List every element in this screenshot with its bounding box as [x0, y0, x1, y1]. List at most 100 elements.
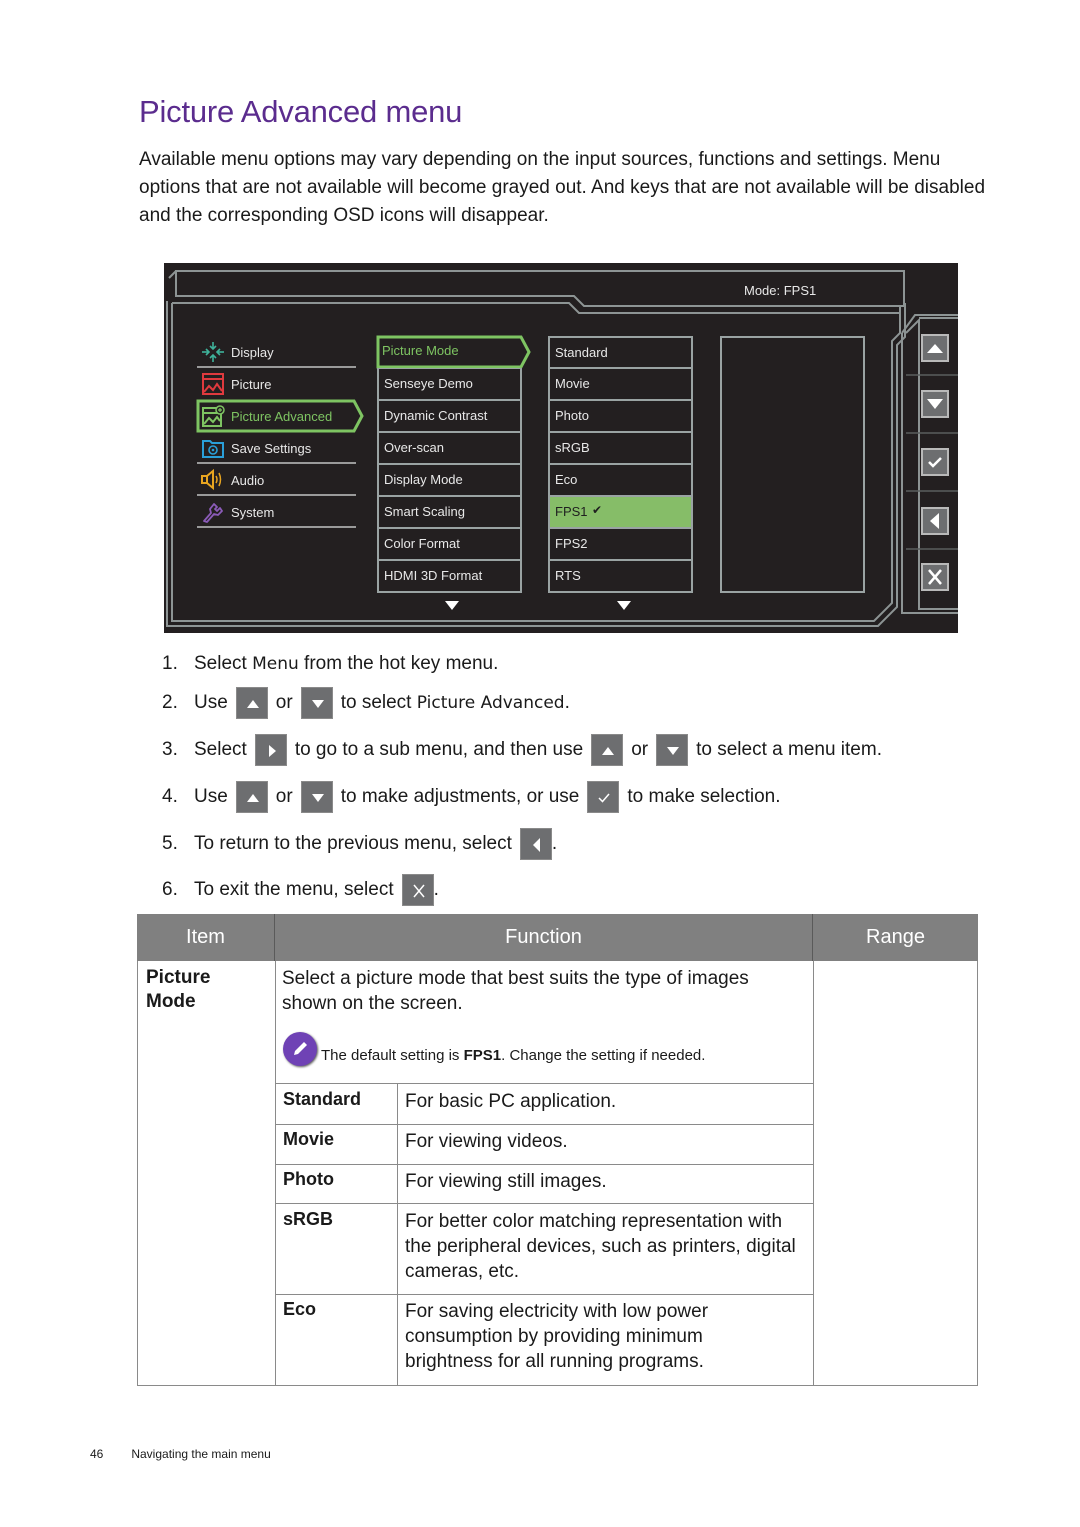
option-name: Movie	[283, 1129, 335, 1149]
option-description: For viewing still images.	[405, 1171, 607, 1192]
osd-option-label: Eco	[555, 472, 578, 487]
note-default-value: FPS1	[463, 1047, 502, 1064]
triangle-down-icon	[927, 399, 943, 409]
osd-option-label: Movie	[555, 376, 590, 391]
note-text: The default setting is FPS1. Change the …	[321, 1047, 705, 1066]
osd-submenu-item[interactable]: Senseye Demo	[377, 368, 522, 400]
osd-main-label: System	[231, 504, 275, 520]
osd-submenu-item[interactable]: Display Mode	[377, 464, 522, 496]
osd-submenu-label: Picture Mode	[382, 343, 459, 358]
table-border	[397, 1083, 398, 1386]
step-text: Use	[194, 692, 228, 713]
step-1: 1. Select Menu from the hot key menu.	[162, 647, 498, 681]
osd-main-item-audio[interactable]: Audio	[197, 464, 356, 496]
submenu-scroll-down-icon[interactable]	[445, 601, 459, 610]
page-number: 46	[90, 1447, 104, 1461]
up-key-icon	[591, 734, 624, 766]
osd-back-button[interactable]	[921, 507, 949, 535]
step-number: 6.	[162, 879, 178, 900]
osd-submenu-item[interactable]: Smart Scaling	[377, 496, 522, 528]
osd-submenu-label: Over-scan	[384, 440, 444, 455]
picture-mode-table: Item Function Range Picture Mode Select …	[137, 914, 978, 1386]
intro-paragraph: Available menu options may vary dependin…	[139, 149, 986, 226]
osd-option-item[interactable]: RTS	[548, 560, 693, 593]
step-number: 3.	[162, 739, 178, 760]
osd-submenu-item[interactable]: Dynamic Contrast	[377, 400, 522, 432]
step-keyword: Menu	[252, 654, 299, 674]
step-text: or	[275, 692, 293, 713]
table-border	[275, 961, 276, 1386]
table-border	[275, 1294, 813, 1295]
osd-up-button[interactable]	[921, 334, 949, 362]
osd-main-item-picture[interactable]: Picture	[197, 368, 356, 400]
up-key-icon	[235, 687, 268, 719]
osd-main-label: Audio	[231, 472, 265, 488]
osd-submenu-item[interactable]: Over-scan	[377, 432, 522, 464]
picture-advanced-icon	[202, 405, 225, 427]
exit-key-icon	[401, 874, 434, 906]
osd-main-item-display[interactable]: Display	[197, 336, 356, 368]
note: The default setting is FPS1. Change the …	[283, 1032, 705, 1066]
step-text: from the hot key menu.	[298, 653, 499, 674]
option-name: Eco	[283, 1299, 317, 1319]
osd-main-label: Picture Advanced	[231, 408, 333, 424]
step-number: 4.	[162, 786, 178, 807]
osd-main-item-save-settings[interactable]: Save Settings	[197, 432, 356, 464]
pencil-note-icon	[283, 1032, 317, 1066]
audio-icon	[201, 469, 222, 491]
close-x-icon	[928, 569, 942, 585]
osd-submenu-item-picture-mode[interactable]: Picture Mode	[377, 336, 522, 368]
table-border	[275, 1083, 813, 1084]
osd-option-item[interactable]: Eco	[548, 464, 693, 496]
note-prefix: The default setting is	[321, 1047, 464, 1064]
table-border	[275, 1124, 813, 1125]
divider	[197, 526, 356, 528]
step-number: 5.	[162, 833, 178, 854]
options-scroll-down-icon[interactable]	[617, 601, 631, 610]
step-6: 6. To exit the menu, select .	[162, 873, 439, 907]
left-key-icon	[519, 828, 552, 860]
osd-main-label: Picture	[231, 376, 272, 392]
table-border	[137, 961, 138, 1386]
step-text: Select	[194, 653, 253, 674]
osd-submenu-label: Smart Scaling	[384, 504, 465, 519]
osd-submenu-item[interactable]: HDMI 3D Format	[377, 560, 522, 593]
osd-option-label: FPS2	[555, 536, 588, 551]
picture-icon	[202, 373, 224, 395]
osd-option-item[interactable]: Photo	[548, 400, 693, 432]
table-border	[813, 961, 814, 1386]
step-number: 1.	[162, 653, 178, 674]
osd-menu-screenshot: Mode: FPS1 Display Picture Picture Advan…	[164, 263, 958, 633]
osd-option-item-selected[interactable]: FPS1 ✔	[548, 496, 693, 528]
step-4: 4. Use or to make adjustments, or use to…	[162, 780, 781, 814]
step-text: to make selection.	[627, 786, 781, 807]
option-description: For better color matching representation…	[405, 1211, 796, 1282]
item-line: Picture	[146, 967, 211, 988]
osd-option-item[interactable]: Movie	[548, 368, 693, 400]
table-border	[275, 1164, 813, 1165]
osd-option-label: Photo	[555, 408, 589, 423]
step-text: to select	[340, 692, 417, 713]
step-text: .	[564, 692, 570, 713]
step-text: Select	[194, 739, 247, 760]
right-key-icon	[254, 734, 287, 766]
osd-main-item-system[interactable]: System	[197, 496, 356, 528]
step-text: To exit the menu, select	[194, 879, 394, 900]
osd-confirm-button[interactable]	[921, 448, 949, 476]
option-description: For basic PC application.	[405, 1091, 617, 1112]
osd-main-item-picture-advanced[interactable]: Picture Advanced	[196, 399, 364, 433]
step-text: Use	[194, 786, 228, 807]
osd-exit-button[interactable]	[921, 563, 949, 591]
option-name: sRGB	[283, 1209, 334, 1229]
step-3: 3. Select to go to a sub menu, and then …	[162, 733, 882, 767]
down-key-icon	[656, 734, 689, 766]
osd-option-item[interactable]: Standard	[548, 336, 693, 368]
osd-main-label: Display	[231, 344, 274, 360]
system-icon	[203, 503, 223, 523]
osd-option-item[interactable]: sRGB	[548, 432, 693, 464]
item-line: Mode	[146, 991, 196, 1012]
osd-down-button[interactable]	[921, 390, 949, 418]
table-function-text: Select a picture mode that best suits th…	[282, 968, 749, 1014]
osd-submenu-item[interactable]: Color Format	[377, 528, 522, 560]
osd-option-item[interactable]: FPS2	[548, 528, 693, 560]
